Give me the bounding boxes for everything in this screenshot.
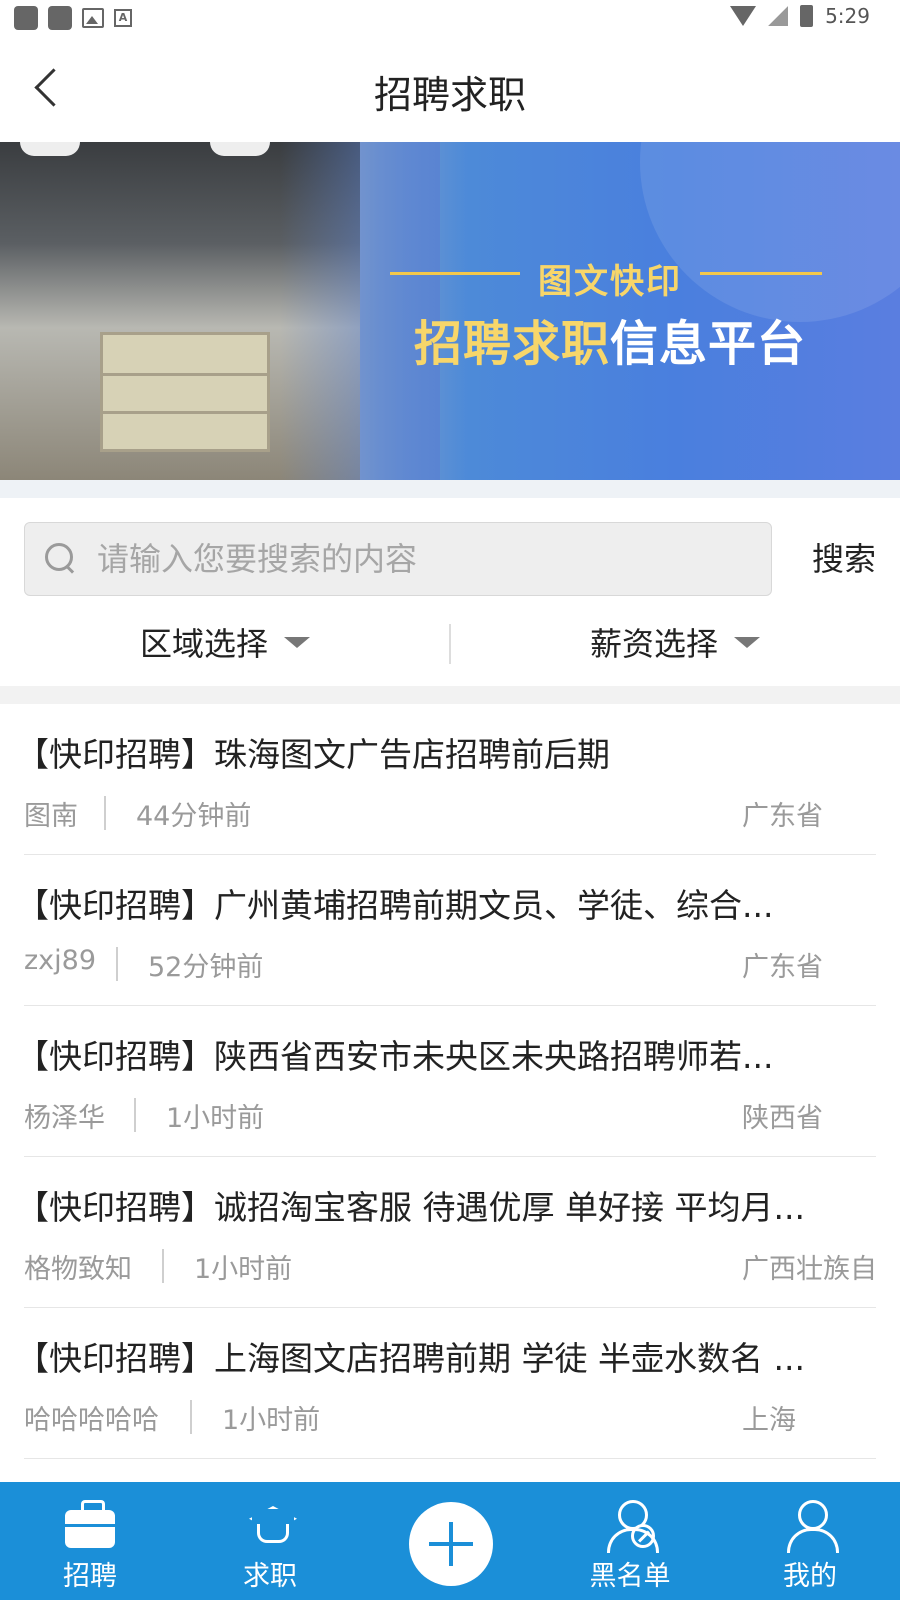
banner-subtitle: 图文快印 <box>538 262 682 302</box>
image-icon <box>82 8 104 28</box>
list-item[interactable]: 【快印招聘】陕西省西安市未央区未央路招聘师若... 杨泽华 1小时前 陕西省 <box>0 1006 900 1157</box>
list-item[interactable]: 【快印招聘】诚招淘宝客服 待遇优厚 单好接 平均月... 格物致知 1小时前 广… <box>0 1157 900 1308</box>
blocked-user-icon <box>605 1500 659 1553</box>
meta-divider <box>116 947 118 981</box>
system-icons: 5:29 <box>730 4 870 28</box>
graduation-cap-icon <box>245 1500 295 1548</box>
search-icon <box>45 543 75 573</box>
notification-icons: A <box>14 6 132 30</box>
briefcase-icon <box>65 1500 115 1548</box>
caret-down-icon <box>284 636 310 648</box>
nav-blacklist-label: 黑名单 <box>589 1561 671 1592</box>
filter-bar: 区域选择 薪资选择 <box>0 612 900 686</box>
user-icon <box>785 1500 839 1553</box>
nav-mine[interactable]: 我的 <box>740 1482 880 1600</box>
search-button[interactable]: 搜索 <box>812 534 876 580</box>
block-icon <box>631 1524 655 1548</box>
job-time: 1小时前 <box>222 1405 321 1436</box>
ceiling-light <box>210 142 270 156</box>
section-gap <box>0 686 900 704</box>
banner-line <box>700 272 822 275</box>
banner-title: 招聘求职信息平台 <box>390 304 830 374</box>
job-region: 广西壮族自 <box>742 1254 876 1285</box>
meta-divider <box>134 1098 136 1132</box>
search-input[interactable] <box>97 535 757 583</box>
job-time: 52分钟前 <box>148 952 264 983</box>
job-list: 【快印招聘】珠海图文广告店招聘前后期 图南 44分钟前 广东省 【快印招聘】广州… <box>0 704 900 1459</box>
banner-line <box>390 272 520 275</box>
job-region: 上海 <box>742 1405 796 1436</box>
add-post-button[interactable] <box>409 1502 493 1586</box>
salary-filter[interactable]: 薪资选择 <box>450 612 900 672</box>
job-title: 【快印招聘】诚招淘宝客服 待遇优厚 单好接 平均月... <box>16 1188 805 1227</box>
job-author: 格物致知 <box>24 1254 132 1285</box>
clock: 5:29 <box>825 4 870 28</box>
job-time: 1小时前 <box>194 1254 293 1285</box>
ceiling-light <box>20 142 80 156</box>
banner-title-highlight: 招聘求职 <box>413 316 610 372</box>
job-region: 广东省 <box>742 952 823 983</box>
job-title: 【快印招聘】陕西省西安市未央区未央路招聘师若... <box>16 1037 774 1076</box>
banner-shelf <box>100 332 270 452</box>
nav-recruit-label: 招聘 <box>63 1561 117 1592</box>
battery-icon <box>800 5 814 27</box>
font-icon: A <box>114 9 132 27</box>
job-time: 44分钟前 <box>136 801 252 832</box>
job-region: 陕西省 <box>742 1103 823 1134</box>
nav-blacklist[interactable]: 黑名单 <box>560 1482 700 1600</box>
app-notification-icon <box>14 6 38 30</box>
job-author: 杨泽华 <box>24 1103 105 1134</box>
app-header: 招聘求职 <box>0 38 900 142</box>
salary-filter-label: 薪资选择 <box>589 625 718 663</box>
nav-mine-label: 我的 <box>783 1561 837 1592</box>
list-item[interactable]: 【快印招聘】珠海图文广告店招聘前后期 图南 44分钟前 广东省 <box>0 704 900 855</box>
job-title: 【快印招聘】上海图文店招聘前期 学徒 半壶水数名 ... <box>16 1339 805 1378</box>
meta-divider <box>162 1249 164 1283</box>
caret-down-icon <box>734 636 760 648</box>
row-divider <box>24 1458 876 1459</box>
job-author: 图南 <box>24 801 78 832</box>
nav-recruit[interactable]: 招聘 <box>20 1482 160 1600</box>
job-author: 哈哈哈哈哈 <box>24 1405 159 1436</box>
job-title: 【快印招聘】珠海图文广告店招聘前后期 <box>16 735 610 774</box>
list-item[interactable]: 【快印招聘】广州黄埔招聘前期文员、学徒、综合... zxj89 52分钟前 广东… <box>0 855 900 1006</box>
section-gap <box>0 480 900 498</box>
region-filter-label: 区域选择 <box>139 625 268 663</box>
status-bar: A 5:29 <box>0 0 900 38</box>
page-title: 招聘求职 <box>373 73 526 117</box>
meta-divider <box>104 796 106 830</box>
nav-jobseek[interactable]: 求职 <box>200 1482 340 1600</box>
job-region: 广东省 <box>742 801 823 832</box>
app-notification-icon <box>48 6 72 30</box>
promo-banner[interactable]: 图文快印 招聘求职信息平台 <box>0 142 900 480</box>
job-author: zxj89 <box>24 945 97 976</box>
signal-icon <box>768 6 789 26</box>
search-box[interactable] <box>24 522 772 596</box>
job-title: 【快印招聘】广州黄埔招聘前期文员、学徒、综合... <box>16 886 774 925</box>
region-filter[interactable]: 区域选择 <box>0 612 450 672</box>
meta-divider <box>190 1400 192 1434</box>
wifi-icon <box>730 6 757 26</box>
job-time: 1小时前 <box>166 1103 265 1134</box>
list-item[interactable]: 【快印招聘】上海图文店招聘前期 学徒 半壶水数名 ... 哈哈哈哈哈 1小时前 … <box>0 1308 900 1459</box>
banner-title-rest: 信息平台 <box>610 316 807 372</box>
nav-jobseek-label: 求职 <box>243 1561 297 1592</box>
